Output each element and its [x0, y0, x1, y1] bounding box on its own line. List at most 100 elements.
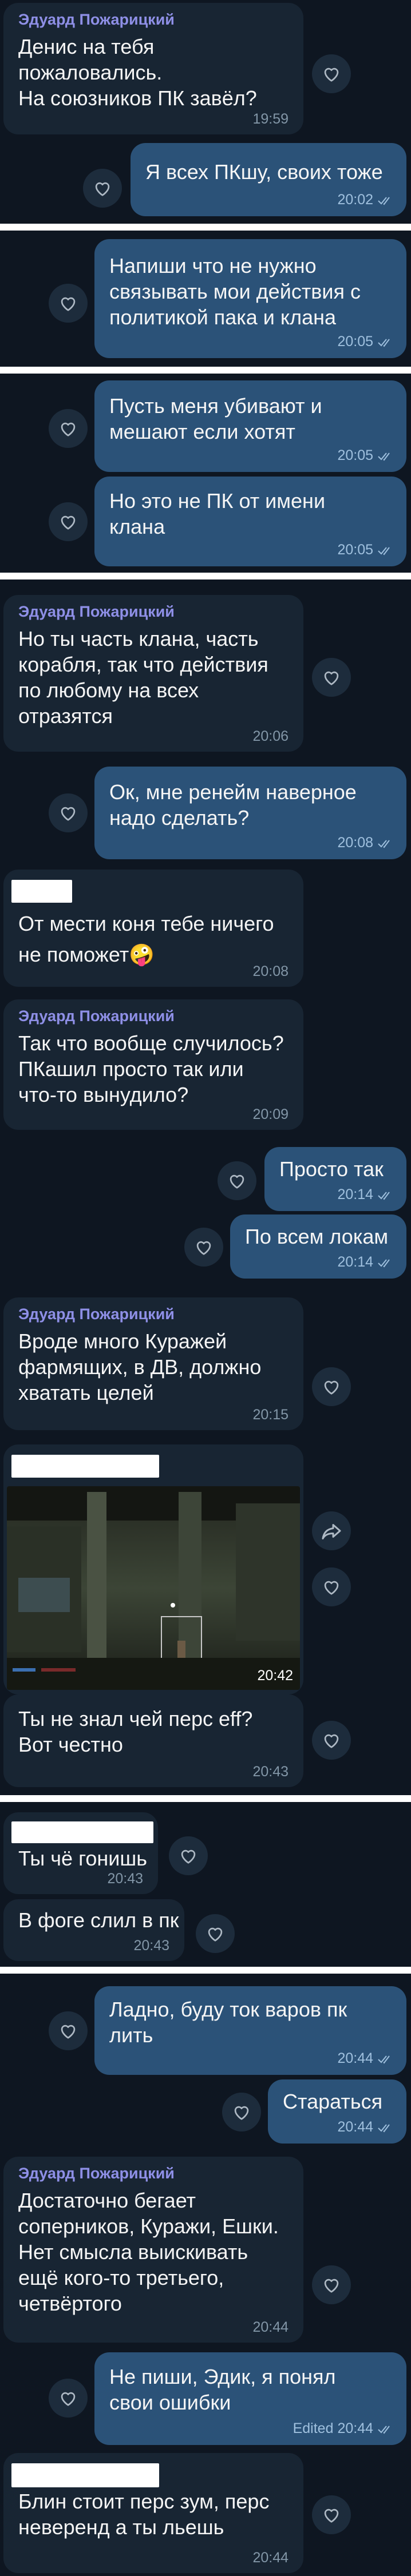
message-bubble[interactable]: Стараться 20:44 — [268, 2079, 406, 2144]
game-scene — [7, 1486, 300, 1690]
message-bubble[interactable]: Ты чё гонишь 20:43 — [3, 1812, 158, 1894]
message-bubble[interactable]: Ты не знал чей перс eff? Вот честно 20:4… — [3, 1694, 303, 1787]
message-bubble[interactable]: Эдуард Пожарицкий Так что вообще случило… — [3, 999, 303, 1130]
heart-reaction-icon[interactable] — [49, 2011, 88, 2050]
message-text: Блин стоит перс зум, перс неверенд а ты … — [18, 2490, 270, 2539]
heart-reaction-icon[interactable] — [169, 1836, 208, 1875]
heart-reaction-icon[interactable] — [312, 2265, 351, 2304]
message-time: 20:44 — [337, 2050, 373, 2066]
heart-reaction-icon[interactable] — [184, 1228, 223, 1267]
game-screenshot-image[interactable]: 20:42 — [7, 1486, 300, 1690]
heart-reaction-icon[interactable] — [49, 2379, 88, 2418]
message-text: Денис на тебя пожаловались. На союзников… — [18, 35, 257, 110]
message-bubble[interactable]: По всем локам 20:14 — [230, 1214, 406, 1279]
message-time: 20:44 — [337, 2420, 373, 2436]
share-icon[interactable] — [312, 1511, 351, 1550]
message-text: Ок, мне ренейм наверное надо сделать? — [109, 780, 357, 829]
message-text: Напиши что не нужно связывать мои действ… — [109, 254, 361, 329]
heart-reaction-icon[interactable] — [312, 1721, 351, 1760]
message-bubble[interactable]: Я всех ПКшу, своих тоже 20:02 — [131, 143, 406, 216]
sender-name[interactable]: Эдуард Пожарицкий — [18, 2165, 175, 2182]
message-bubble[interactable]: Напиши что не нужно связывать мои действ… — [94, 239, 406, 358]
heart-reaction-icon[interactable] — [218, 1161, 256, 1200]
sender-name[interactable]: Эдуард Пожарицкий — [18, 1305, 175, 1323]
heart-reaction-icon[interactable] — [312, 1567, 351, 1606]
message-text: Но ты часть клана, часть корабля, так чт… — [18, 627, 268, 728]
message-bubble[interactable]: Пусть меня убивают и мешают если хотят 2… — [94, 380, 406, 472]
heart-reaction-icon[interactable] — [49, 409, 88, 448]
message-bubble[interactable]: Эдуард Пожарицкий Денис на тебя пожалова… — [3, 3, 303, 134]
message-meta: 20:05 — [337, 447, 393, 465]
message-time: 20:14 — [337, 1186, 373, 1202]
message-time: 20:15 — [252, 1407, 289, 1423]
heart-reaction-icon[interactable] — [49, 793, 88, 832]
heart-reaction-icon[interactable] — [83, 169, 122, 208]
message-text: Ладно, буду ток варов пк лить — [109, 1998, 347, 2047]
message-time: 20:09 — [252, 1106, 289, 1122]
double-check-icon — [378, 2422, 393, 2438]
media-message[interactable]: 20:42 — [3, 1444, 303, 1694]
message-bubble[interactable]: Не пиши, Эдик, я понял свои ошибки Edite… — [94, 2352, 406, 2445]
message-bubble[interactable]: Блин стоит перс зум, перс неверенд а ты … — [3, 2453, 303, 2573]
message-text: Стараться — [283, 2090, 383, 2113]
heart-reaction-icon[interactable] — [49, 502, 88, 541]
heart-reaction-icon[interactable] — [49, 284, 88, 323]
message-bubble[interactable]: Просто так 20:14 — [264, 1147, 406, 1211]
message-bubble[interactable]: В фоге слил в пк 20:43 — [3, 1899, 184, 1961]
heart-reaction-icon[interactable] — [312, 1367, 351, 1406]
message-meta: 20:05 — [337, 334, 393, 351]
screenshot-separator — [0, 1795, 411, 1802]
double-check-icon — [378, 1188, 393, 1204]
message-text: Достаточно бегает соперников, Куражи, Еш… — [18, 2189, 279, 2315]
message-time: 20:06 — [252, 728, 289, 744]
message-text: Ты чё гонишь — [18, 1847, 148, 1870]
screenshot-separator — [0, 573, 411, 579]
message-time: 20:43 — [133, 1938, 169, 1954]
message-bubble[interactable]: Ладно, буду ток варов пк лить 20:44 — [94, 1986, 406, 2075]
message-text: Я всех ПКшу, своих тоже — [145, 160, 383, 184]
heart-reaction-icon[interactable] — [196, 1914, 235, 1953]
message-meta: 20:14 — [337, 1186, 393, 1204]
sender-name[interactable]: Эдуард Пожарицкий — [18, 603, 175, 621]
heart-reaction-icon[interactable] — [312, 2495, 351, 2534]
message-bubble[interactable]: Эдуард Пожарицкий Но ты часть клана, час… — [3, 595, 303, 752]
message-bubble[interactable]: Эдуард Пожарицкий Достаточно бегает сопе… — [3, 2157, 303, 2343]
message-bubble[interactable]: Эдуард Пожарицкий Вроде много Куражей фа… — [3, 1297, 303, 1430]
message-time: 20:05 — [337, 334, 373, 350]
redacted-sender — [11, 1821, 153, 1843]
screenshot-separator — [0, 1967, 411, 1974]
sender-name[interactable]: Эдуард Пожарицкий — [18, 1007, 175, 1025]
message-time: 20:44 — [252, 2550, 289, 2566]
double-check-icon — [378, 2120, 393, 2137]
double-check-icon — [378, 193, 393, 209]
redacted-sender — [11, 1455, 159, 1478]
message-meta: 20:08 — [337, 835, 393, 852]
double-check-icon — [378, 543, 393, 559]
message-text: Так что вообще случилось? ПКашил просто … — [18, 1031, 284, 1106]
message-time: 20:42 — [257, 1668, 293, 1684]
message-meta: Edited 20:44 — [293, 2420, 393, 2438]
message-meta: 20:44 — [337, 2050, 393, 2068]
message-time: 20:43 — [252, 1764, 289, 1780]
heart-reaction-icon[interactable] — [312, 54, 351, 93]
message-time: 20:43 — [107, 1871, 143, 1887]
message-bubble[interactable]: Но это не ПК от имени клана 20:05 — [94, 477, 406, 566]
message-bubble[interactable]: От мести коня тебе ничего не поможет🤪 20… — [3, 870, 303, 987]
message-meta: 20:14 — [337, 1254, 393, 1272]
heart-reaction-icon[interactable] — [222, 2093, 261, 2132]
screenshot-separator — [0, 367, 411, 374]
double-check-icon — [378, 2051, 393, 2068]
message-time: 20:44 — [337, 2119, 373, 2135]
heart-reaction-icon[interactable] — [312, 658, 351, 697]
message-text: Ты не знал чей перс eff? Вот честно — [18, 1707, 253, 1756]
message-bubble[interactable]: Ок, мне ренейм наверное надо сделать? 20… — [94, 767, 406, 859]
message-meta: 20:44 — [337, 2119, 393, 2137]
message-time: 20:44 — [252, 2319, 289, 2335]
sender-name[interactable]: Эдуард Пожарицкий — [18, 11, 175, 29]
message-text: Вроде много Куражей фармящих, в ДВ, долж… — [18, 1329, 262, 1404]
edited-label: Edited — [293, 2420, 334, 2436]
message-meta: 20:02 — [337, 192, 393, 209]
message-meta: 20:05 — [337, 542, 393, 559]
emoji: 🤪 — [129, 943, 155, 966]
message-text: По всем локам — [245, 1225, 389, 1248]
